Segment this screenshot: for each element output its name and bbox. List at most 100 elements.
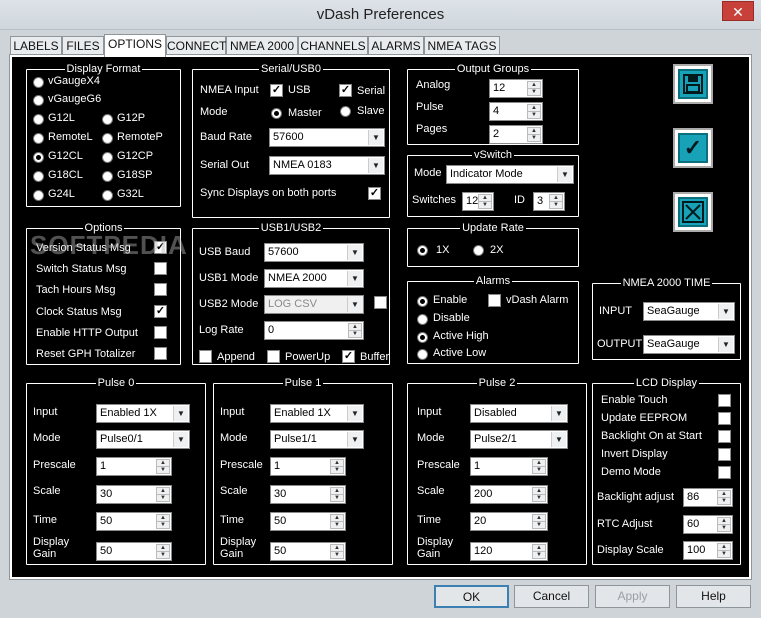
radio-g32l[interactable]	[102, 190, 113, 201]
alarm-disable-radio[interactable]	[417, 314, 428, 325]
spin-down-icon[interactable]: ▼	[527, 134, 541, 142]
spin-down-icon[interactable]: ▼	[348, 330, 362, 338]
close-button[interactable]: ✕	[722, 1, 754, 21]
vdash-alarm-checkbox[interactable]	[488, 294, 501, 307]
tab-nmea2000[interactable]: NMEA 2000	[226, 36, 298, 56]
cancel-x-button[interactable]	[673, 192, 713, 232]
usb2-mode-checkbox[interactable]	[374, 296, 387, 309]
spin-down-icon[interactable]: ▼	[156, 521, 170, 529]
active-high-radio[interactable]	[417, 332, 428, 343]
radio-remotep[interactable]	[102, 133, 113, 144]
serial-out-select[interactable]: NMEA 0183 ▼	[269, 156, 385, 175]
time-output-select[interactable]: SeaGauge ▼	[643, 335, 735, 354]
spin-down-icon[interactable]: ▼	[532, 521, 546, 529]
usb2-mode-select[interactable]: LOG CSV ▼	[264, 295, 364, 314]
radio-g12cl[interactable]	[33, 152, 44, 163]
pulse2-prescale-spinner[interactable]: 1 ▲ ▼	[470, 457, 548, 476]
update-eeprom-checkbox[interactable]	[718, 412, 731, 425]
radio-g12l[interactable]	[33, 114, 44, 125]
tab-labels[interactable]: LABELS	[10, 36, 62, 56]
switch-status-checkbox[interactable]	[154, 262, 167, 275]
time-input-select[interactable]: SeaGauge ▼	[643, 302, 735, 321]
tab-alarms[interactable]: ALARMS	[368, 36, 424, 56]
sync-checkbox[interactable]: ✓	[368, 187, 381, 200]
pulse0-input-select[interactable]: Enabled 1X ▼	[96, 404, 190, 423]
alarm-enable-radio[interactable]	[417, 296, 428, 307]
enable-touch-checkbox[interactable]	[718, 394, 731, 407]
pulse1-mode-select[interactable]: Pulse1/1 ▼	[270, 430, 364, 449]
pulse2-time-spinner[interactable]: 20 ▲ ▼	[470, 512, 548, 531]
usb-baud-select[interactable]: 57600 ▼	[264, 243, 364, 262]
rtc-adjust-spinner[interactable]: 60 ▲ ▼	[683, 515, 733, 534]
radio-remotel[interactable]	[33, 133, 44, 144]
tab-channels[interactable]: CHANNELS	[298, 36, 368, 56]
switches-spinner[interactable]: 12 ▲ ▼	[462, 192, 494, 211]
vswitch-mode-select[interactable]: Indicator Mode ▼	[446, 165, 574, 184]
baud-rate-select[interactable]: 57600 ▼	[269, 128, 385, 147]
pulse2-gain-spinner[interactable]: 120 ▲ ▼	[470, 542, 548, 561]
slave-radio[interactable]	[340, 106, 351, 117]
pulse-spinner[interactable]: 4 ▲ ▼	[489, 102, 543, 121]
radio-vgaugeg6[interactable]	[33, 95, 44, 106]
radio-g24l[interactable]	[33, 190, 44, 201]
pulse1-time-spinner[interactable]: 50 ▲ ▼	[270, 512, 346, 531]
backlight-adjust-spinner[interactable]: 86 ▲ ▼	[683, 488, 733, 507]
buffer-checkbox[interactable]: ✓	[342, 350, 355, 363]
spin-down-icon[interactable]: ▼	[532, 494, 546, 502]
append-checkbox[interactable]	[199, 350, 212, 363]
usb-checkbox[interactable]: ✓	[270, 84, 283, 97]
pulse2-scale-spinner[interactable]: 200 ▲ ▼	[470, 485, 548, 504]
pulse1-input-select[interactable]: Enabled 1X ▼	[270, 404, 364, 423]
pulse0-scale-spinner[interactable]: 30 ▲ ▼	[96, 485, 172, 504]
spin-down-icon[interactable]: ▼	[527, 88, 541, 96]
serial-checkbox[interactable]: ✓	[339, 84, 352, 97]
help-button[interactable]: Help	[676, 585, 751, 608]
tab-nmea-tags[interactable]: NMEA TAGS	[424, 36, 500, 56]
powerup-checkbox[interactable]	[267, 350, 280, 363]
pulse2-mode-select[interactable]: Pulse2/1 ▼	[470, 430, 568, 449]
spin-down-icon[interactable]: ▼	[156, 551, 170, 559]
spin-down-icon[interactable]: ▼	[330, 466, 344, 474]
id-spinner[interactable]: 3 ▲ ▼	[533, 192, 565, 211]
spin-down-icon[interactable]: ▼	[330, 551, 344, 559]
spin-down-icon[interactable]: ▼	[532, 551, 546, 559]
radio-g12cp[interactable]	[102, 152, 113, 163]
spin-down-icon[interactable]: ▼	[717, 550, 731, 558]
analog-spinner[interactable]: 12 ▲ ▼	[489, 79, 543, 98]
spin-down-icon[interactable]: ▼	[527, 111, 541, 119]
radio-g12p[interactable]	[102, 114, 113, 125]
rate-2x-radio[interactable]	[473, 245, 484, 256]
pulse1-gain-spinner[interactable]: 50 ▲ ▼	[270, 542, 346, 561]
rate-1x-radio[interactable]	[417, 245, 428, 256]
pulse0-prescale-spinner[interactable]: 1 ▲ ▼	[96, 457, 172, 476]
cancel-button[interactable]: Cancel	[514, 585, 589, 608]
pulse0-time-spinner[interactable]: 50 ▲ ▼	[96, 512, 172, 531]
tab-files[interactable]: FILES	[62, 36, 104, 56]
usb1-mode-select[interactable]: NMEA 2000 ▼	[264, 269, 364, 288]
tab-connect[interactable]: CONNECT	[166, 36, 226, 56]
reset-gph-checkbox[interactable]	[154, 347, 167, 360]
radio-g18cl[interactable]	[33, 171, 44, 182]
pulse2-input-select[interactable]: Disabled ▼	[470, 404, 568, 423]
display-scale-spinner[interactable]: 100 ▲ ▼	[683, 541, 733, 560]
pulse1-scale-spinner[interactable]: 30 ▲ ▼	[270, 485, 346, 504]
pages-spinner[interactable]: 2 ▲ ▼	[489, 125, 543, 144]
invert-display-checkbox[interactable]	[718, 448, 731, 461]
pulse1-prescale-spinner[interactable]: 1 ▲ ▼	[270, 457, 346, 476]
confirm-button[interactable]: ✓	[673, 128, 713, 168]
active-low-radio[interactable]	[417, 349, 428, 360]
spin-down-icon[interactable]: ▼	[532, 466, 546, 474]
pulse0-gain-spinner[interactable]: 50 ▲ ▼	[96, 542, 172, 561]
clock-status-checkbox[interactable]: ✓	[154, 305, 167, 318]
save-button[interactable]	[673, 64, 713, 104]
spin-down-icon[interactable]: ▼	[156, 494, 170, 502]
ok-button[interactable]: OK	[434, 585, 509, 608]
apply-button[interactable]: Apply	[595, 585, 670, 608]
spin-down-icon[interactable]: ▼	[549, 201, 563, 209]
spin-down-icon[interactable]: ▼	[156, 466, 170, 474]
radio-vgaugex4[interactable]	[33, 77, 44, 88]
backlight-start-checkbox[interactable]	[718, 430, 731, 443]
log-rate-spinner[interactable]: 0 ▲ ▼	[264, 321, 364, 340]
tab-options[interactable]: OPTIONS	[104, 34, 166, 57]
spin-down-icon[interactable]: ▼	[330, 494, 344, 502]
